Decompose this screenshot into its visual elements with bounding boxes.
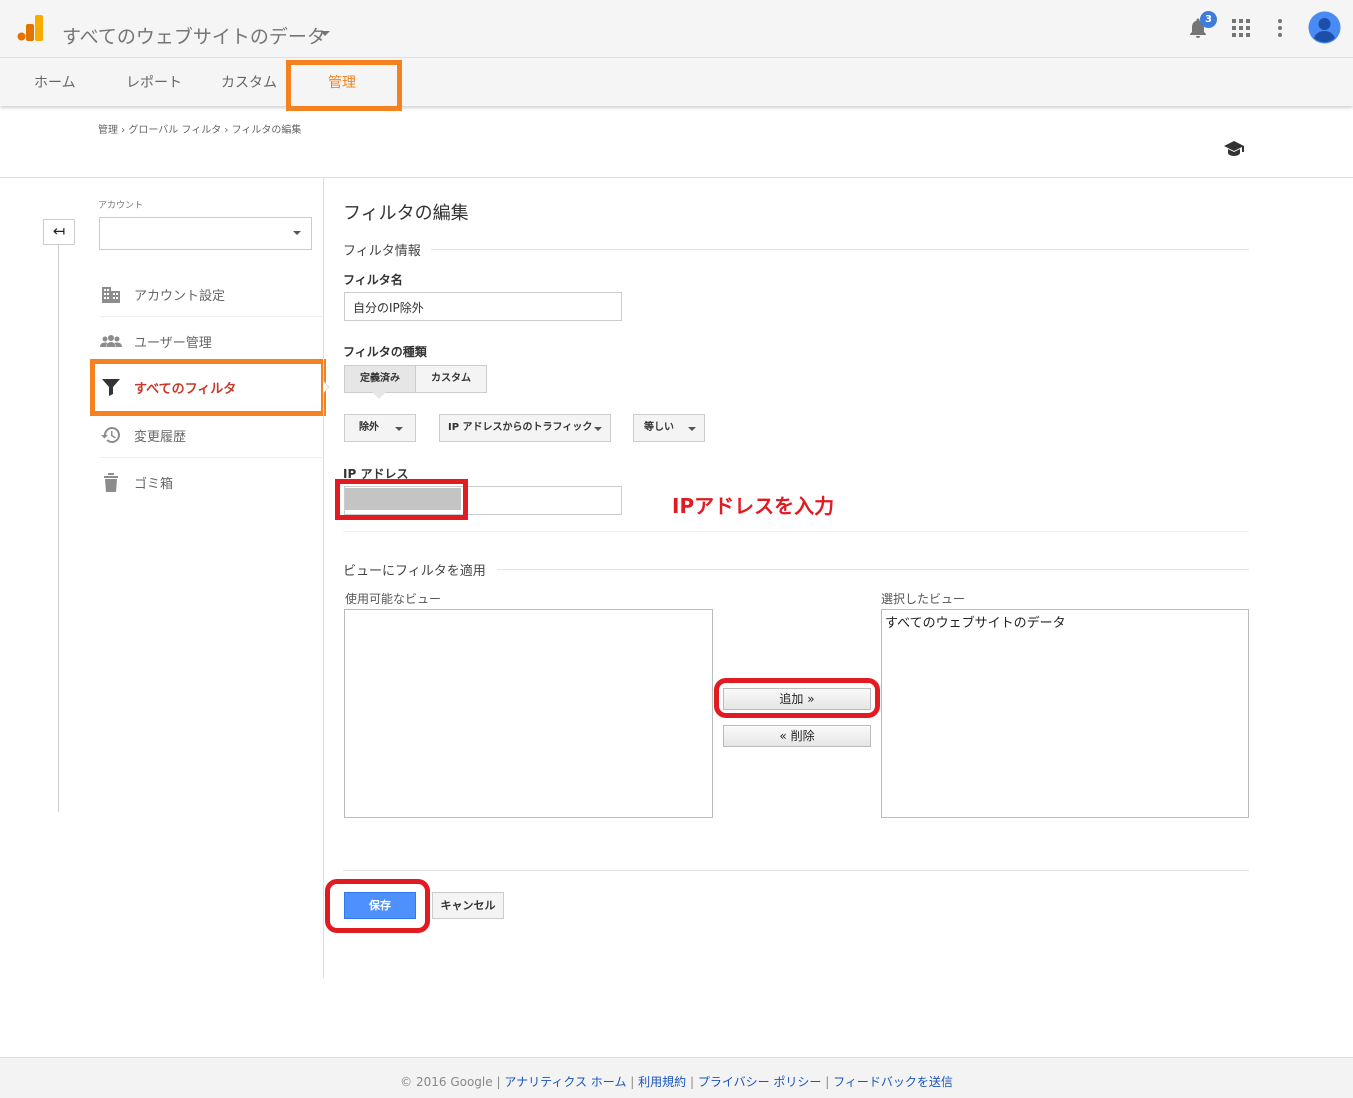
filter-name-label: フィルタ名 — [343, 273, 403, 287]
chevron-down-icon — [395, 427, 403, 431]
footer-link-feedback[interactable]: フィードバックを送信 — [833, 1075, 953, 1089]
chevron-down-icon — [688, 427, 696, 431]
sidebar-divider — [323, 178, 324, 978]
match-type-dropdown[interactable]: 等しい — [633, 414, 705, 442]
active-pointer-icon — [322, 381, 330, 393]
back-arrow-icon: ↤ — [52, 222, 66, 240]
account-select[interactable] — [99, 217, 312, 250]
section-rule — [497, 569, 1249, 570]
chevron-down-icon — [594, 427, 602, 431]
filter-type-custom-tab[interactable]: カスタム — [415, 365, 487, 393]
back-button[interactable]: ↤ — [43, 219, 75, 245]
page-title: フィルタの編集 — [343, 203, 469, 224]
sidebar-item-label: 変更履歴 — [134, 430, 187, 445]
cancel-button[interactable]: キャンセル — [432, 892, 504, 919]
tab-reports[interactable]: レポート — [126, 72, 182, 92]
filters-item-highlight — [90, 359, 326, 416]
filter-type-predefined-tab[interactable]: 定義済み — [344, 365, 416, 393]
graduation-cap-icon[interactable] — [1224, 140, 1244, 156]
dropdown-label: IP アドレスからのトラフィック — [448, 422, 593, 433]
filter-type-label: フィルタの種類 — [343, 345, 427, 359]
save-button-highlight — [325, 879, 430, 933]
list-item[interactable]: すべてのウェブサイトのデータ — [885, 612, 1245, 631]
trash-icon — [104, 473, 118, 492]
history-icon — [101, 427, 121, 443]
sidebar-item-account-settings[interactable]: アカウント設定 — [100, 279, 320, 311]
selected-views-label: 選択したビュー — [881, 592, 966, 606]
section-rule — [430, 249, 1249, 250]
add-button-highlight — [714, 678, 880, 718]
sidebar-item-label: ゴミ箱 — [134, 477, 174, 492]
account-label: アカウント — [98, 201, 144, 211]
notification-badge: 3 — [1200, 11, 1217, 28]
sidebar-item-label: アカウント設定 — [134, 289, 226, 304]
sidebar-item-change-history[interactable]: 変更履歴 — [100, 420, 320, 452]
filter-name-input[interactable]: 自分のIP除外 — [344, 292, 622, 321]
property-view-title[interactable]: すべてのウェブサイトのデータ — [62, 22, 326, 49]
ip-annotation-note: IPアドレスを入力 — [672, 494, 835, 518]
available-views-label: 使用可能なビュー — [345, 592, 442, 606]
sidebar-item-user-management[interactable]: ユーザー管理 — [100, 326, 320, 358]
sidebar-item-label: ユーザー管理 — [134, 336, 212, 351]
breadcrumb[interactable]: 管理 › グローバル フィルタ › フィルタの編集 — [98, 121, 301, 136]
footer-link-terms[interactable]: 利用規約 — [638, 1075, 686, 1089]
building-icon — [102, 287, 120, 303]
footer-link-privacy[interactable]: プライバシー ポリシー — [698, 1075, 822, 1089]
copyright: © 2016 Google — [400, 1075, 493, 1089]
analytics-logo-icon[interactable] — [17, 14, 45, 42]
selected-pointer-icon — [372, 392, 386, 399]
chevron-down-icon[interactable] — [293, 231, 301, 235]
available-views-list[interactable] — [344, 609, 713, 818]
exclude-include-dropdown[interactable]: 除外 — [344, 414, 416, 442]
header-divider — [0, 177, 1353, 178]
section-rule — [343, 531, 1249, 532]
dropdown-label: 等しい — [644, 422, 674, 433]
sidebar-item-trash[interactable]: ゴミ箱 — [100, 467, 320, 499]
chevron-down-icon[interactable] — [320, 31, 330, 36]
divider — [100, 457, 322, 458]
apps-grid-icon[interactable] — [1232, 19, 1250, 37]
main-nav — [0, 58, 1353, 106]
sidebar-rail — [58, 244, 59, 812]
more-vert-icon[interactable] — [1277, 18, 1283, 38]
people-icon — [100, 335, 122, 347]
footer-link-analytics-home[interactable]: アナリティクス ホーム — [504, 1075, 626, 1089]
divider — [100, 316, 322, 317]
remove-view-button[interactable]: « 削除 — [723, 725, 871, 747]
account-avatar-icon[interactable] — [1308, 11, 1341, 44]
section-title-apply-views: ビューにフィルタを適用 — [343, 560, 496, 579]
footer-links: © 2016 Google | アナリティクス ホーム | 利用規約 | プライ… — [400, 1075, 953, 1089]
traffic-source-dropdown[interactable]: IP アドレスからのトラフィック — [439, 414, 611, 442]
tab-custom[interactable]: カスタム — [221, 72, 277, 92]
dropdown-label: 除外 — [359, 422, 379, 433]
section-title-filter-info: フィルタ情報 — [343, 240, 431, 259]
tab-home[interactable]: ホーム — [34, 72, 76, 92]
ip-input-highlight — [335, 479, 468, 520]
selected-views-list[interactable]: すべてのウェブサイトのデータ — [881, 609, 1249, 818]
admin-tab-highlight — [286, 60, 402, 111]
section-rule — [343, 870, 1249, 871]
